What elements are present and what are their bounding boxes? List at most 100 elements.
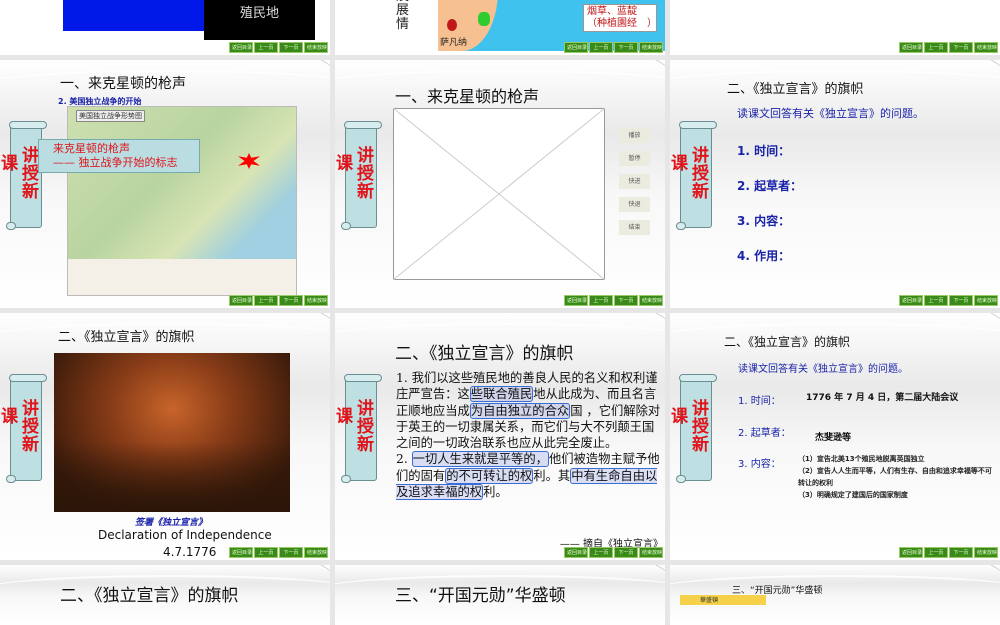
slide-nav: 返回目录 上一页 下一页 结束放映 bbox=[564, 547, 663, 558]
map-legend bbox=[68, 259, 296, 295]
slide-thumbnail[interactable]: 二、《独立宣言》的旗帜 读课文回答有关《独立宣言》的问题。 课讲授新 1. 时间… bbox=[670, 60, 1000, 308]
slide-nav: 返回目录 上一页 下一页 结束放映 bbox=[229, 42, 328, 53]
highlight: 些联合殖民 bbox=[469, 386, 534, 403]
slide-thumbnail[interactable]: 殖民地 返回目录 上一页 下一页 结束放映 bbox=[0, 0, 330, 55]
nav-prev-button[interactable]: 上一页 bbox=[924, 547, 948, 558]
content-item: （2）宣告人人生而平等，人们有生存、自由和追求幸福等不可转让的权利 bbox=[798, 467, 992, 487]
nav-home-button[interactable]: 返回目录 bbox=[899, 42, 923, 53]
callout-box: 来克星顿的枪声 —— 独立战争开始的标志 bbox=[38, 139, 200, 173]
slide-title: 二、《独立宣言》的旗帜 bbox=[60, 586, 239, 606]
pause-button[interactable]: 暂停 bbox=[619, 151, 650, 166]
colony-box: 殖民地 bbox=[204, 0, 315, 40]
content-item: （3）明确规定了建国后的国家制度 bbox=[798, 491, 908, 499]
nav-prev-button[interactable]: 上一页 bbox=[589, 547, 613, 558]
content-label: 3. 内容： bbox=[738, 459, 781, 470]
scroll-banner: 课讲授新 bbox=[336, 374, 382, 483]
nav-prev-button[interactable]: 上一页 bbox=[254, 295, 278, 306]
time-value: 1776 年 7 月 4 日，第二届大陆会议 bbox=[806, 393, 959, 403]
nav-end-button[interactable]: 结束放映 bbox=[974, 295, 998, 306]
nav-end-button[interactable]: 结束放映 bbox=[304, 42, 328, 53]
side-vertical-text: 及展情 bbox=[396, 0, 410, 32]
nav-next-button[interactable]: 下一页 bbox=[949, 547, 973, 558]
highlight: 为自由独立的合众 bbox=[469, 402, 571, 419]
nav-home-button[interactable]: 返回目录 bbox=[564, 295, 588, 306]
scroll-banner: 课讲授新 bbox=[1, 374, 47, 483]
slide-nav: 返回目录 上一页 下一页 结束放映 bbox=[229, 295, 328, 306]
nav-prev-button[interactable]: 上一页 bbox=[589, 295, 613, 306]
question-item: 1. 时间： bbox=[737, 144, 791, 158]
scroll-banner: 课讲授新 bbox=[671, 374, 717, 483]
scroll-text: 讲授新 bbox=[22, 399, 39, 455]
nav-end-button[interactable]: 结束放映 bbox=[304, 547, 328, 558]
slide-thumbnail[interactable]: 二、《独立宣言》的旗帜 课讲授新 签署《独立宣言》 Declaration of… bbox=[0, 313, 330, 560]
slide-thumbnail[interactable]: 二、《独立宣言》的旗帜 读课文回答有关《独立宣言》的问题。 课讲授新 1. 时间… bbox=[670, 313, 1000, 560]
nav-next-button[interactable]: 下一页 bbox=[614, 547, 638, 558]
scroll-text: 讲授新 bbox=[357, 399, 374, 455]
play-button[interactable]: 播放 bbox=[619, 128, 650, 143]
rewind-button[interactable]: 快退 bbox=[619, 197, 650, 212]
slide-title: 一、来克星顿的枪声 bbox=[60, 76, 186, 92]
nav-prev-button[interactable]: 上一页 bbox=[254, 547, 278, 558]
nav-prev-button[interactable]: 上一页 bbox=[254, 42, 278, 53]
question-item: 3. 内容： bbox=[737, 214, 791, 228]
time-label: 1. 时间： bbox=[738, 396, 781, 407]
callout-line: 来克星顿的枪声 bbox=[53, 142, 130, 155]
scroll-text: 课 bbox=[1, 154, 18, 174]
slide-thumbnail[interactable]: 三、“开国元勋”华盛顿 bbox=[335, 565, 665, 625]
quote-text: 利。其 bbox=[533, 468, 571, 483]
nav-home-button[interactable]: 返回目录 bbox=[229, 547, 253, 558]
prompt-text: 读课文回答有关《独立宣言》的问题。 bbox=[738, 364, 908, 375]
nav-home-button[interactable]: 返回目录 bbox=[229, 42, 253, 53]
caption-date: 4.7.1776 bbox=[163, 545, 217, 559]
nav-home-button[interactable]: 返回目录 bbox=[564, 547, 588, 558]
fast-forward-button[interactable]: 快进 bbox=[619, 174, 650, 189]
slide-thumbnail[interactable]: 及展情 萨凡纳 烟草、蓝靛（种植園经 ） 返回目录上一页下一页结束放映 bbox=[335, 0, 665, 55]
nav-next-button[interactable]: 下一页 bbox=[279, 42, 303, 53]
nav-next-button[interactable]: 下一页 bbox=[614, 42, 638, 53]
nav-next-button[interactable]: 下一页 bbox=[279, 295, 303, 306]
nav-home-button[interactable]: 返回目录 bbox=[899, 295, 923, 306]
nav-next-button[interactable]: 下一页 bbox=[279, 547, 303, 558]
stop-button[interactable]: 结束 bbox=[619, 220, 650, 235]
slide-thumbnail[interactable]: 二、《独立宣言》的旗帜 bbox=[0, 565, 330, 625]
nav-prev-button[interactable]: 上一页 bbox=[589, 42, 613, 53]
slide-nav: 返回目录 上一页 下一页 结束放映 bbox=[899, 547, 998, 558]
quote-text: 利。 bbox=[483, 485, 508, 500]
callout-line: —— 独立战争开始的标志 bbox=[53, 156, 178, 169]
caption-english: Declaration of Independence bbox=[98, 528, 272, 542]
slide-thumbnail[interactable]: 一、来克星顿的枪声 课讲授新 播放 暂停 快进 快退 结束 返回目录 上一页 下一页… bbox=[335, 60, 665, 308]
slide-thumbnail[interactable]: 二、《独立宣言》的旗帜 课讲授新 1. 我们以这些殖民地的善良人民的名义和权利谨… bbox=[335, 313, 665, 560]
content-item: （1）宣告北美13个殖民地脱离英国独立 bbox=[798, 455, 925, 463]
nav-home-button[interactable]: 返回目录 bbox=[564, 42, 588, 53]
nav-next-button[interactable]: 下一页 bbox=[949, 295, 973, 306]
nav-next-button[interactable]: 下一页 bbox=[949, 42, 973, 53]
nav-home-button[interactable]: 返回目录 bbox=[229, 295, 253, 306]
painting-caption: 签署《独立宣言》 bbox=[135, 518, 208, 528]
scroll-text: 课 bbox=[336, 407, 353, 427]
nav-end-button[interactable]: 结束放映 bbox=[974, 42, 998, 53]
slide-nav: 返回目录 上一页 下一页 结束放映 bbox=[899, 42, 998, 53]
scroll-banner: 课讲授新 bbox=[336, 121, 382, 230]
slide-thumbnail[interactable]: 返回目录 上一页 下一页 结束放映 bbox=[670, 0, 1000, 55]
slide-thumbnail[interactable]: 三、“开国元勋”华盛顿 華盛頓 bbox=[670, 565, 1000, 625]
question-item: 2. 起草者： bbox=[737, 179, 803, 193]
nav-prev-button[interactable]: 上一页 bbox=[924, 42, 948, 53]
slide-nav: 返回目录 上一页 下一页 结束放映 bbox=[564, 295, 663, 306]
nav-end-button[interactable]: 结束放映 bbox=[639, 42, 663, 53]
author-value: 杰斐逊等 bbox=[815, 433, 852, 443]
slide-title: 二、《独立宣言》的旗帜 bbox=[724, 335, 851, 349]
nav-prev-button[interactable]: 上一页 bbox=[924, 295, 948, 306]
slide-title: 二、《独立宣言》的旗帜 bbox=[727, 82, 864, 97]
yellow-tag: 華盛頓 bbox=[680, 595, 766, 605]
slide-thumbnail[interactable]: 一、来克星顿的枪声 2. 美国独立战争的开始 课讲授新 美国独立战争形势图 来克… bbox=[0, 60, 330, 308]
nav-home-button[interactable]: 返回目录 bbox=[899, 547, 923, 558]
slide-nav: 返回目录 上一页 下一页 结束放映 bbox=[564, 42, 663, 53]
nav-end-button[interactable]: 结束放映 bbox=[639, 547, 663, 558]
nav-end-button[interactable]: 结束放映 bbox=[639, 295, 663, 306]
nav-end-button[interactable]: 结束放映 bbox=[304, 295, 328, 306]
nav-end-button[interactable]: 结束放映 bbox=[974, 547, 998, 558]
author-label: 2. 起草者： bbox=[738, 428, 791, 439]
nav-next-button[interactable]: 下一页 bbox=[614, 295, 638, 306]
video-placeholder[interactable] bbox=[393, 108, 605, 280]
scroll-banner: 课讲授新 bbox=[671, 121, 717, 230]
